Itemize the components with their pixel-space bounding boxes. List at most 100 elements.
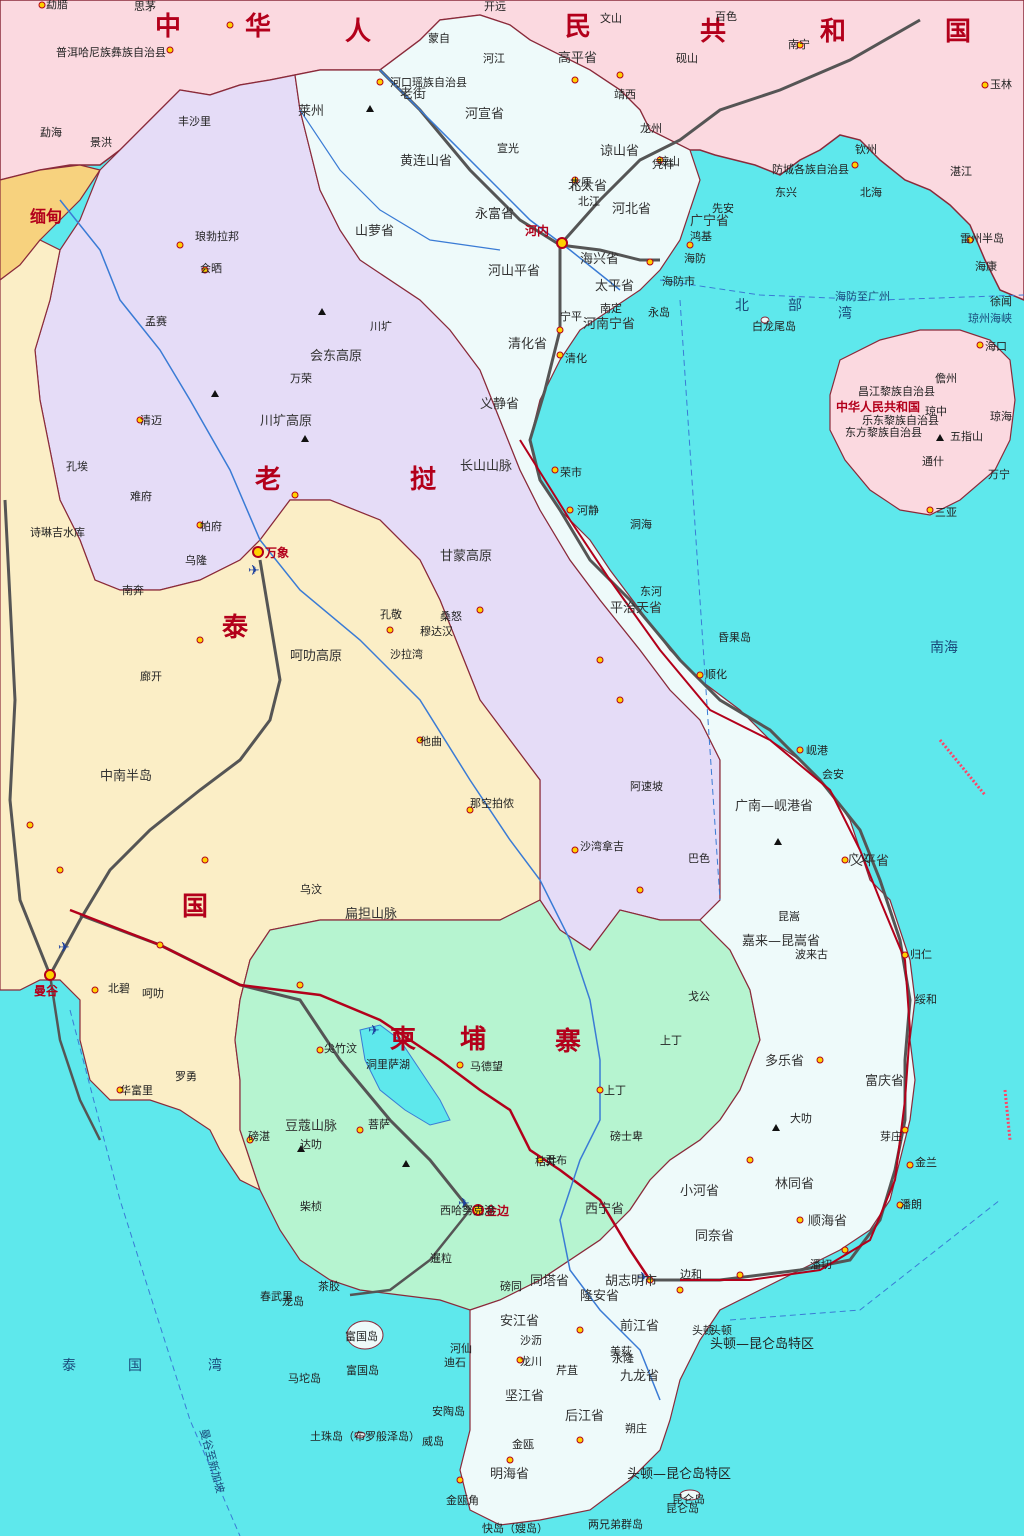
svg-text:长山山脉: 长山山脉 — [460, 459, 512, 474]
svg-text:乐东黎族自治县: 乐东黎族自治县 — [862, 413, 939, 427]
svg-text:那空拍侬: 那空拍侬 — [470, 796, 514, 810]
svg-text:钦州: 钦州 — [855, 143, 877, 156]
svg-text:太平省: 太平省 — [595, 279, 634, 294]
svg-text:隆安省: 隆安省 — [580, 1289, 619, 1304]
svg-text:芹苴: 芹苴 — [556, 1364, 578, 1377]
svg-text:难府: 难府 — [130, 489, 152, 503]
svg-text:呵叻高原: 呵叻高原 — [290, 648, 342, 664]
svg-text:尖竹汶: 尖竹汶 — [324, 1041, 357, 1055]
svg-text:海防: 海防 — [684, 251, 706, 265]
svg-text:华富里: 华富里 — [120, 1083, 153, 1097]
country-label-laos-2: 挝 — [410, 465, 436, 495]
svg-text:广南—岘港省: 广南—岘港省 — [735, 798, 813, 814]
hainan-country-label: 中华人民共和国 — [836, 399, 920, 414]
svg-text:义静省: 义静省 — [480, 397, 519, 412]
svg-text:河山平省: 河山平省 — [488, 264, 540, 279]
svg-text:山萝省: 山萝省 — [355, 224, 394, 239]
svg-text:文山: 文山 — [600, 11, 622, 25]
svg-text:清化: 清化 — [565, 351, 587, 365]
svg-text:开远: 开远 — [484, 0, 506, 13]
svg-text:蒙自: 蒙自 — [428, 32, 450, 45]
svg-text:廊开: 廊开 — [140, 669, 162, 683]
svg-text:普洱哈尼族彝族自治县: 普洱哈尼族彝族自治县 — [56, 45, 166, 59]
sea-label-nanhai: 南海 — [930, 640, 958, 656]
svg-text:广义: 广义 — [848, 852, 870, 865]
sea-label-beibuwan-2: 部 — [788, 298, 802, 314]
svg-text:✈: ✈ — [368, 1023, 380, 1039]
svg-text:民: 民 — [565, 12, 591, 42]
svg-text:湛江: 湛江 — [950, 165, 972, 178]
map-svg: ✈ ✈ ✈ ✈ ✈ 中 华 人 民 共 和 国 缅甸 老 挝 泰 国 柬 埔 寨… — [0, 0, 1024, 1536]
svg-text:孟赛: 孟赛 — [145, 314, 167, 328]
svg-text:马坨岛: 马坨岛 — [288, 1371, 321, 1385]
svg-text:穆达汉: 穆达汉 — [420, 624, 453, 638]
svg-text:五指山: 五指山 — [950, 429, 983, 443]
svg-text:万宁: 万宁 — [988, 467, 1010, 481]
svg-text:潘朗: 潘朗 — [900, 1198, 922, 1211]
svg-text:茶胶: 茶胶 — [318, 1279, 340, 1293]
country-label-cambodia-3: 寨 — [555, 1026, 581, 1057]
svg-text:他曲: 他曲 — [420, 735, 442, 748]
svg-text:昌江黎族自治县: 昌江黎族自治县 — [858, 384, 935, 398]
svg-text:洞海: 洞海 — [630, 517, 652, 531]
svg-text:暹粒: 暹粒 — [430, 1251, 452, 1265]
svg-text:桑怒: 桑怒 — [440, 609, 462, 623]
svg-text:会东高原: 会东高原 — [310, 348, 362, 364]
svg-text:宁平: 宁平 — [560, 309, 582, 323]
svg-text:后江省: 后江省 — [565, 1409, 604, 1424]
svg-text:北江: 北江 — [578, 195, 600, 208]
svg-text:边和: 边和 — [680, 1268, 702, 1281]
svg-text:阿速坡: 阿速坡 — [630, 780, 663, 793]
svg-text:富庆省: 富庆省 — [865, 1073, 904, 1089]
svg-text:沙拉湾: 沙拉湾 — [390, 647, 423, 661]
svg-text:三亚: 三亚 — [935, 506, 957, 519]
svg-text:同塔省: 同塔省 — [530, 1274, 569, 1289]
map-canvas[interactable]: ✈ ✈ ✈ ✈ ✈ 中 华 人 民 共 和 国 缅甸 老 挝 泰 国 柬 埔 寨… — [0, 0, 1024, 1536]
svg-text:威岛: 威岛 — [422, 1434, 444, 1448]
svg-text:琼海: 琼海 — [990, 409, 1012, 423]
svg-text:昆仑岛: 昆仑岛 — [672, 1492, 705, 1506]
svg-text:东河: 东河 — [640, 585, 662, 598]
sea-label-qiongzhou-strait: 琼州海峡 — [968, 311, 1012, 325]
svg-text:鸿基: 鸿基 — [690, 229, 712, 243]
svg-text:洞里萨湖: 洞里萨湖 — [366, 1058, 410, 1071]
svg-text:谅山: 谅山 — [658, 154, 680, 168]
svg-text:永富省: 永富省 — [475, 206, 514, 222]
svg-text:巴色: 巴色 — [688, 851, 710, 865]
svg-text:南宁: 南宁 — [788, 37, 810, 51]
svg-text:达叻: 达叻 — [300, 1138, 322, 1151]
svg-text:儋州: 儋州 — [935, 372, 957, 385]
svg-text:✈: ✈ — [58, 940, 70, 956]
svg-text:广宁省: 广宁省 — [690, 213, 729, 229]
svg-text:坚江省: 坚江省 — [505, 1389, 544, 1404]
svg-text:波来古: 波来古 — [795, 948, 828, 961]
svg-text:胡志明市: 胡志明市 — [605, 1273, 657, 1289]
svg-text:川圹: 川圹 — [370, 319, 392, 333]
svg-text:嘉来—昆嵩省: 嘉来—昆嵩省 — [742, 934, 820, 949]
svg-text:贡布: 贡布 — [545, 1154, 567, 1167]
svg-text:靖西: 靖西 — [614, 88, 636, 101]
svg-text:海康: 海康 — [975, 259, 997, 273]
svg-text:归仁: 归仁 — [910, 947, 932, 961]
svg-text:西宁省: 西宁省 — [585, 1201, 624, 1217]
svg-text:永隆: 永隆 — [612, 1351, 634, 1365]
svg-text:思茅: 思茅 — [134, 0, 156, 13]
capital-label-bangkok: 曼谷 — [34, 983, 59, 998]
svg-text:丰沙里: 丰沙里 — [178, 115, 211, 128]
svg-text:顺化: 顺化 — [705, 667, 727, 681]
svg-text:沙沥: 沙沥 — [520, 1334, 542, 1347]
svg-text:勐腊: 勐腊 — [46, 0, 68, 11]
svg-text:诗琳吉水库: 诗琳吉水库 — [30, 525, 85, 539]
svg-text:会晒: 会晒 — [200, 262, 222, 275]
svg-text:太原: 太原 — [570, 176, 592, 189]
svg-text:孔敬: 孔敬 — [380, 608, 402, 621]
svg-text:小河省: 小河省 — [680, 1184, 719, 1199]
country-label-cambodia-2: 埔 — [460, 1024, 486, 1055]
country-label-cambodia-1: 柬 — [390, 1025, 416, 1055]
svg-text:昏果岛: 昏果岛 — [718, 630, 751, 644]
svg-text:高平省: 高平省 — [558, 50, 597, 66]
svg-text:乌隆: 乌隆 — [185, 553, 207, 567]
svg-text:前江省: 前江省 — [620, 1318, 659, 1334]
svg-text:海防市: 海防市 — [662, 274, 695, 288]
svg-text:金瓯: 金瓯 — [512, 1437, 534, 1451]
